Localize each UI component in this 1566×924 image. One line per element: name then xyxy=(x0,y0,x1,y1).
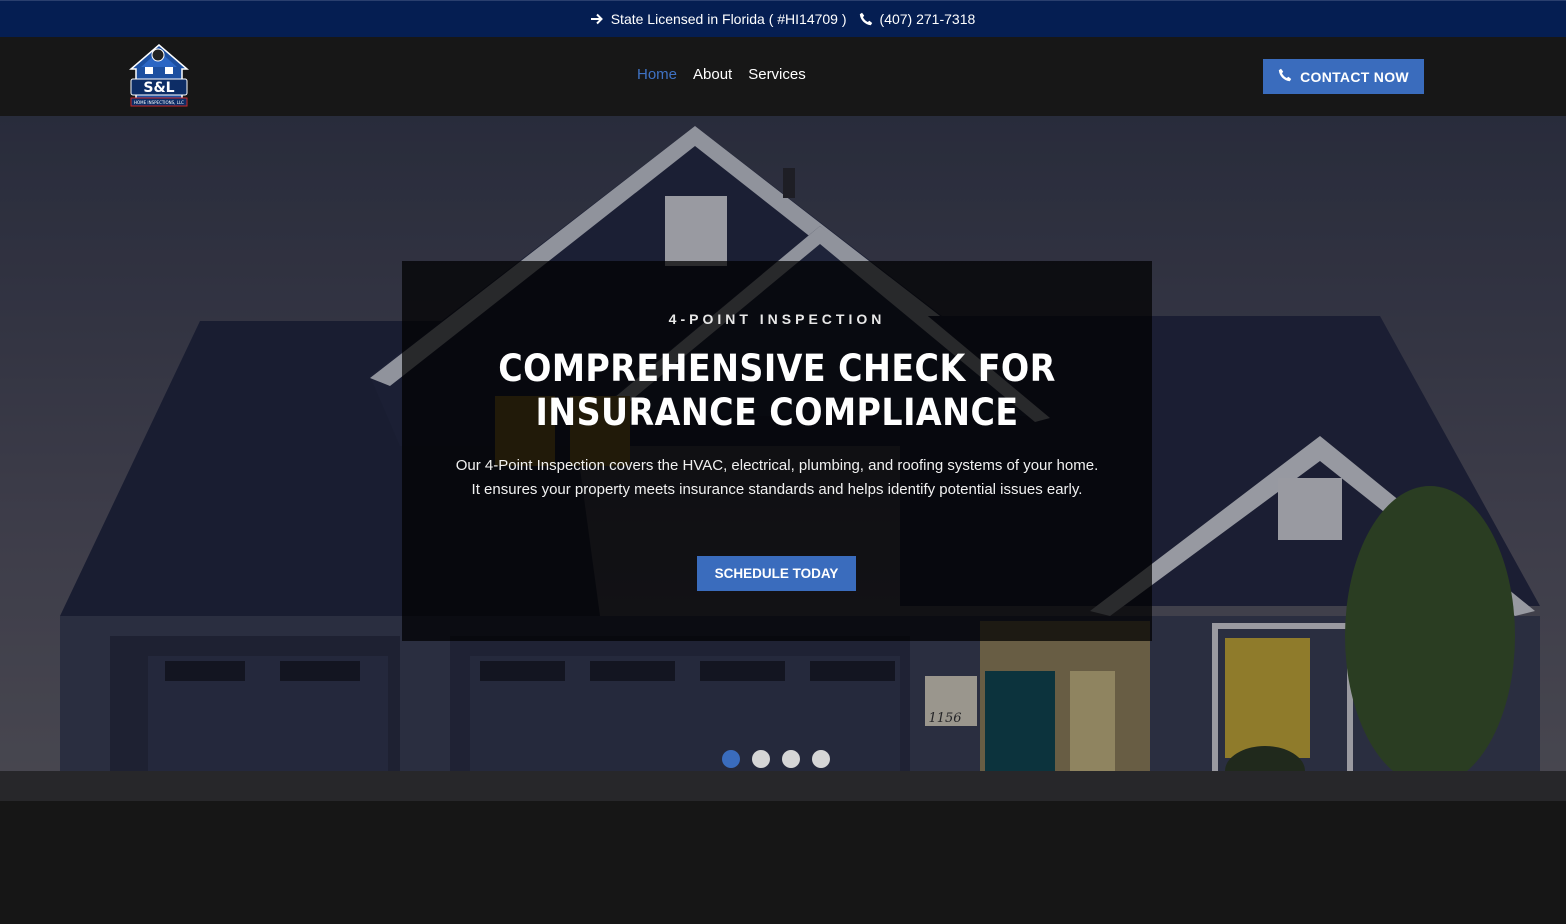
below-fold-section xyxy=(0,801,1566,924)
logo-subtext: HOME INSPECTIONS, LLC xyxy=(134,100,184,105)
top-info-bar: State Licensed in Florida ( #HI14709 ) (… xyxy=(0,0,1566,37)
arrow-right-icon xyxy=(590,13,604,25)
nav-home[interactable]: Home xyxy=(637,66,677,83)
slider-dot-4[interactable] xyxy=(812,750,830,768)
nav-about[interactable]: About xyxy=(693,66,732,83)
phone-icon xyxy=(859,12,873,26)
phone-link[interactable]: (407) 271-7318 xyxy=(859,11,976,27)
hero-description: Our 4-Point Inspection covers the HVAC, … xyxy=(455,457,1099,498)
license-text: State Licensed in Florida ( #HI14709 ) xyxy=(610,11,847,27)
hero-content-panel: 4-POINT INSPECTION COMPREHENSIVE CHECK F… xyxy=(402,261,1152,641)
nav-services[interactable]: Services xyxy=(748,66,806,83)
slider-dot-3[interactable] xyxy=(782,750,800,768)
site-header: S&L HOME INSPECTIONS, LLC Home About Ser… xyxy=(0,37,1566,116)
hero-headline: COMPREHENSIVE CHECK FOR INSURANCE COMPLI… xyxy=(498,347,1056,434)
logo-text: S&L xyxy=(143,80,174,96)
contact-now-button[interactable]: CONTACT NOW xyxy=(1263,59,1424,94)
company-logo[interactable]: S&L HOME INSPECTIONS, LLC xyxy=(127,41,191,111)
slider-dot-2[interactable] xyxy=(752,750,770,768)
main-nav: Home About Services xyxy=(637,66,806,83)
contact-now-label: CONTACT NOW xyxy=(1300,68,1409,85)
schedule-today-button[interactable]: SCHEDULE TODAY xyxy=(697,556,856,591)
phone-number: (407) 271-7318 xyxy=(879,11,976,27)
hero-eyebrow: 4-POINT INSPECTION xyxy=(668,311,886,327)
phone-icon xyxy=(1278,68,1292,85)
slider-dots xyxy=(722,750,830,768)
slider-dot-1[interactable] xyxy=(722,750,740,768)
hero-slider: 1156 4-POINT INSPECTION COMPREHENSIVE CH… xyxy=(0,116,1566,801)
license-info: State Licensed in Florida ( #HI14709 ) xyxy=(590,11,847,27)
